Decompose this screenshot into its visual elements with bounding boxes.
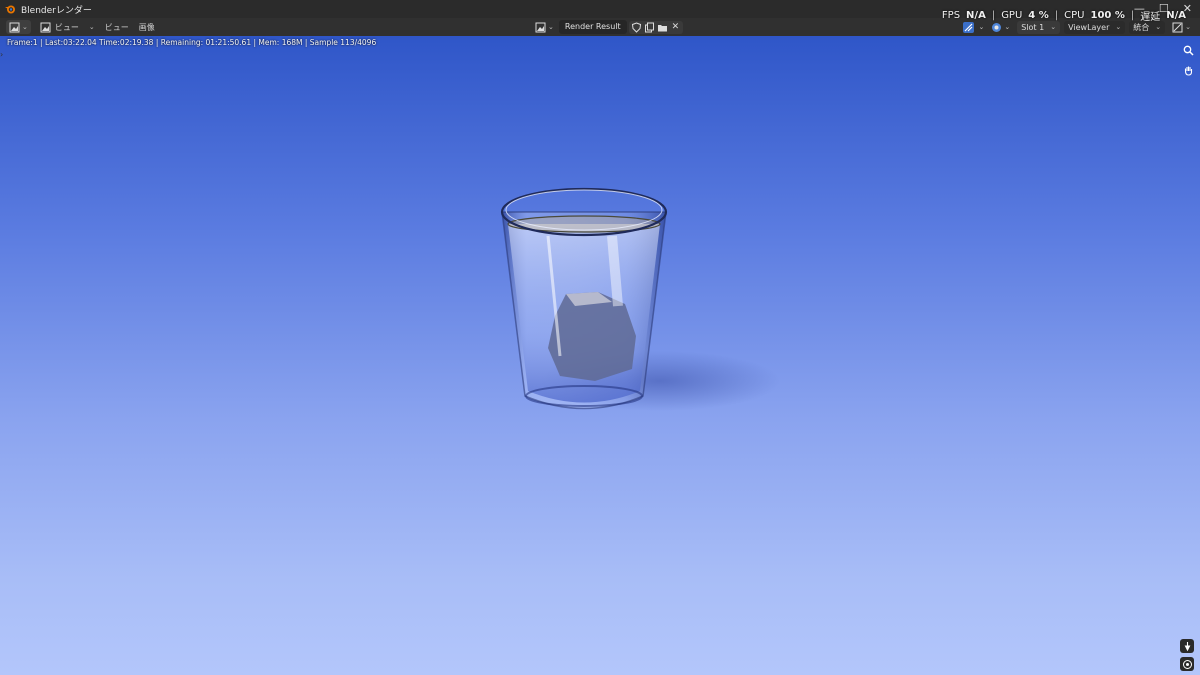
separator: | bbox=[1054, 10, 1059, 21]
chevron-down-icon: ⌄ bbox=[22, 23, 28, 31]
target-icon bbox=[1182, 659, 1192, 669]
cpu-label: CPU bbox=[1064, 10, 1085, 21]
sidebar-icon bbox=[1172, 22, 1183, 32]
chevron-down-icon: ⌄ bbox=[1155, 23, 1162, 31]
chevron-down-icon: ⌄ bbox=[88, 23, 95, 31]
view-mode-dropdown[interactable]: ビュー ⌄ bbox=[37, 20, 98, 34]
image-browse-icon bbox=[535, 22, 546, 32]
editor-type-button[interactable]: ⌄ bbox=[6, 20, 31, 34]
chevron-down-icon: ⌄ bbox=[1115, 23, 1122, 31]
sample-tool-button[interactable] bbox=[1180, 639, 1194, 653]
color-channels-icon bbox=[992, 22, 1002, 32]
magnifier-icon bbox=[1183, 45, 1194, 56]
image-name-field[interactable]: Render Result bbox=[558, 20, 627, 34]
latency-label: 遅延 bbox=[1140, 12, 1161, 23]
image-selector: ⌄ Render Result ✕ bbox=[532, 20, 684, 34]
view-mode-label: ビュー bbox=[54, 22, 79, 32]
render-pass-label: 統合 bbox=[1133, 22, 1150, 32]
render-image bbox=[500, 187, 780, 411]
chevron-down-icon: ⌄ bbox=[548, 23, 554, 31]
folder-icon[interactable] bbox=[657, 22, 668, 33]
chevron-down-icon: ⌄ bbox=[978, 23, 985, 31]
navigation-gizmos bbox=[1180, 42, 1196, 78]
view-image-icon bbox=[40, 22, 51, 32]
glass-reflection bbox=[607, 235, 623, 307]
gpu-value: 4 % bbox=[1028, 10, 1049, 21]
zoom-button[interactable] bbox=[1180, 42, 1196, 58]
image-editor-icon bbox=[9, 22, 20, 32]
window-title: Blenderレンダー bbox=[21, 5, 92, 16]
bottom-right-tools bbox=[1180, 639, 1194, 671]
slot-label: Slot 1 bbox=[1021, 22, 1045, 32]
chevron-down-icon: ⌄ bbox=[1004, 23, 1011, 31]
close-icon[interactable]: ✕ bbox=[670, 22, 682, 32]
pan-button[interactable] bbox=[1180, 62, 1196, 78]
view-layer-label: ViewLayer bbox=[1068, 22, 1110, 32]
view-center-button[interactable] bbox=[1180, 657, 1194, 671]
menu-view[interactable]: ビュー bbox=[100, 22, 134, 33]
fps-label: FPS bbox=[941, 10, 961, 21]
eyedropper-icon bbox=[1184, 641, 1190, 651]
menu-image[interactable]: 画像 bbox=[134, 22, 160, 33]
sample-icon[interactable] bbox=[963, 21, 975, 33]
gpu-label: GPU bbox=[1001, 10, 1023, 21]
chevron-down-icon: ⌄ bbox=[1185, 23, 1191, 31]
performance-overlay: FPS N/A | GPU 4 % | CPU 100 % | 遅延 N/A bbox=[942, 8, 1186, 23]
cpu-value: 100 % bbox=[1090, 10, 1125, 21]
chevron-down-icon: ⌄ bbox=[1050, 23, 1057, 31]
hand-icon bbox=[1184, 66, 1192, 76]
separator: | bbox=[1130, 10, 1135, 21]
image-actions: ✕ bbox=[628, 20, 684, 34]
shield-icon[interactable] bbox=[631, 21, 642, 33]
render-viewport[interactable]: Frame:1 | Last:03:22.04 Time:02:19.38 | … bbox=[0, 36, 1200, 675]
browse-image-button[interactable]: ⌄ bbox=[532, 20, 557, 34]
latency-value: N/A bbox=[1166, 10, 1186, 21]
fps-value: N/A bbox=[966, 10, 986, 21]
separator: | bbox=[991, 10, 996, 21]
blender-logo-icon bbox=[5, 5, 15, 14]
duplicate-icon[interactable] bbox=[644, 22, 655, 33]
